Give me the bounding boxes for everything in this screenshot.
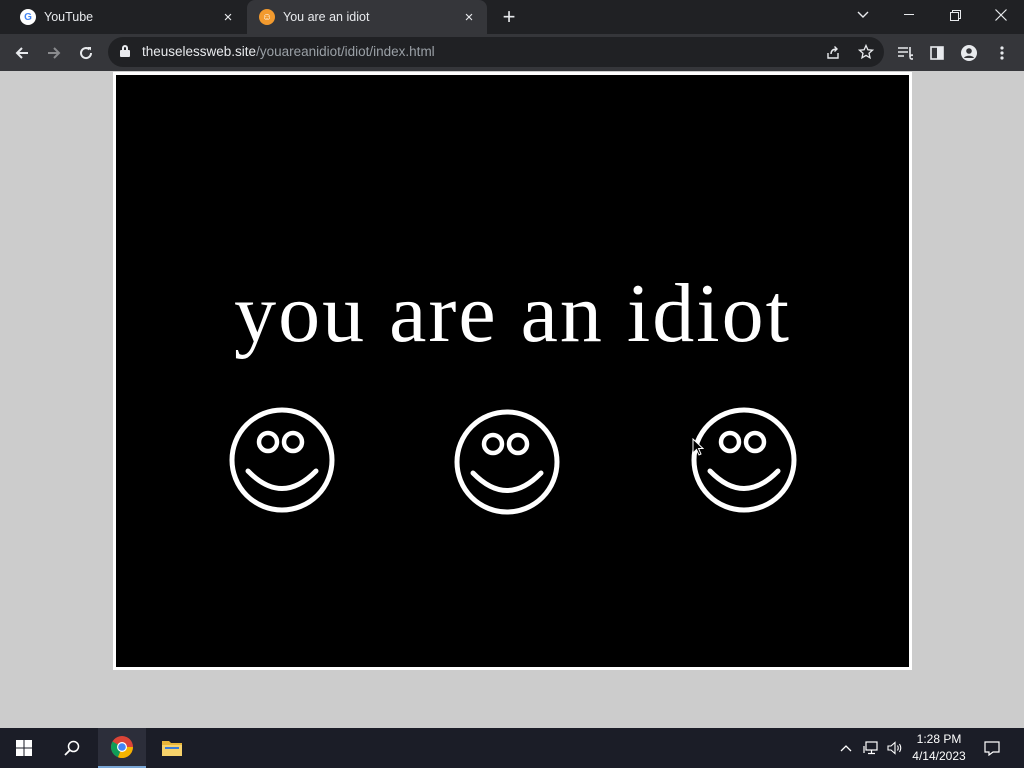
arrow-left-icon (15, 47, 28, 59)
tab-close-icon[interactable]: × (459, 7, 479, 27)
chrome-taskbar-button[interactable] (98, 728, 146, 768)
chevron-down-icon (857, 11, 869, 18)
idiot-stage: you are an idiot (113, 72, 912, 670)
kebab-menu-icon[interactable] (988, 39, 1016, 67)
reading-list-icon[interactable] (891, 39, 919, 67)
start-button[interactable] (0, 728, 48, 768)
windows-logo-icon (16, 740, 32, 756)
close-icon (995, 9, 1007, 21)
browser-toolbar: theuselessweb.site/youareanidiot/idiot/i… (0, 34, 1024, 71)
url-host: theuselessweb.site (142, 44, 257, 59)
tab-title: YouTube (44, 10, 94, 24)
tab-search-button[interactable] (840, 0, 886, 30)
smiley-face-icon (691, 407, 797, 513)
volume-button[interactable] (884, 728, 906, 768)
back-button[interactable] (8, 39, 36, 67)
show-hidden-icons-button[interactable] (836, 728, 856, 768)
url-text[interactable]: theuselessweb.site/youareanidiot/idiot/i… (142, 44, 435, 59)
tab-title: You are an idiot (283, 10, 370, 24)
close-window-button[interactable] (978, 0, 1024, 30)
restore-button[interactable] (932, 0, 978, 30)
file-explorer-button[interactable] (148, 728, 196, 768)
network-button[interactable] (860, 728, 882, 768)
side-panel-icon[interactable] (923, 39, 951, 67)
clock-time: 1:28 PM (916, 732, 962, 746)
profile-avatar-icon[interactable] (955, 39, 983, 67)
star-bookmark-icon[interactable] (856, 42, 876, 62)
share-icon[interactable] (823, 42, 843, 62)
action-center-button[interactable] (978, 728, 1006, 768)
minimize-icon (904, 14, 914, 15)
network-icon (863, 741, 878, 755)
reload-icon (80, 47, 93, 60)
arrow-right-icon (48, 47, 61, 59)
windows-taskbar: 1:28 PM 4/14/2023 (0, 728, 1024, 768)
url-path: /youareanidiot/idiot/index.html (256, 44, 435, 59)
system-clock[interactable]: 1:28 PM 4/14/2023 (906, 731, 972, 765)
lock-icon[interactable] (120, 45, 130, 57)
new-tab-button[interactable]: + (498, 6, 520, 28)
tab-close-icon[interactable]: × (218, 7, 238, 27)
mouse-cursor-icon (692, 438, 704, 456)
browser-window-frame: G YouTube × ☺ You are an idiot × + theus… (0, 0, 1024, 71)
search-icon (64, 740, 80, 756)
google-g-icon: G (20, 9, 36, 25)
forward-button[interactable] (40, 39, 68, 67)
page-headline: you are an idiot (234, 267, 791, 360)
restore-icon (949, 9, 961, 21)
notification-icon (984, 740, 1000, 756)
idiot-site-icon: ☺ (259, 9, 275, 25)
tab-strip: G YouTube × ☺ You are an idiot × + (0, 0, 1024, 34)
search-button[interactable] (48, 728, 96, 768)
chevron-up-icon (840, 745, 852, 752)
speaker-icon (887, 741, 902, 755)
smiley-face-icon (454, 409, 560, 515)
reload-button[interactable] (72, 39, 100, 67)
clock-date: 4/14/2023 (912, 749, 966, 763)
tab-youtube[interactable]: G YouTube × (8, 0, 246, 34)
chrome-logo-icon (110, 736, 134, 759)
minimize-button[interactable] (886, 0, 932, 30)
tab-you-are-an-idiot[interactable]: ☺ You are an idiot × (247, 0, 487, 34)
smiley-face-icon (229, 407, 335, 513)
address-bar[interactable]: theuselessweb.site/youareanidiot/idiot/i… (108, 37, 884, 67)
folder-icon (162, 741, 182, 756)
page-viewport: you are an idiot (0, 71, 1024, 728)
